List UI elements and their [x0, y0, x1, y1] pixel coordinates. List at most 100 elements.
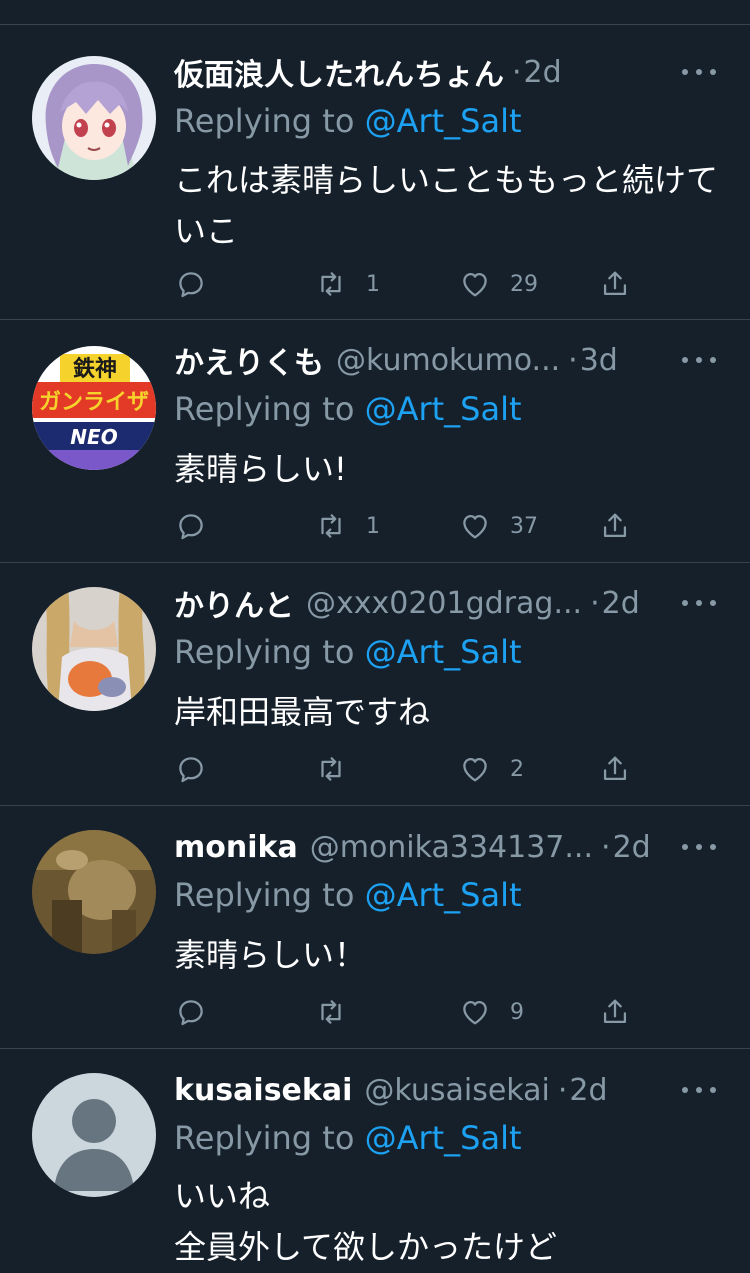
mention-link[interactable]: @Art_Salt — [365, 633, 522, 671]
tweet-header: kusaisekai @kusaisekai · 2d — [174, 1068, 724, 1112]
replying-prefix: Replying to — [174, 633, 365, 671]
like-button[interactable]: 2 — [458, 749, 524, 789]
replying-prefix: Replying to — [174, 102, 365, 140]
tweet-text: 素晴らしい！ — [174, 936, 367, 974]
replying-to: Replying to @Art_Salt — [174, 390, 522, 428]
separator-dot: · — [601, 829, 611, 865]
like-button[interactable]: 29 — [458, 264, 538, 304]
display-name[interactable]: かりんと — [174, 581, 294, 625]
user-handle[interactable]: @xxx0201gdrag... — [306, 586, 582, 621]
share-button[interactable] — [598, 506, 632, 546]
share-button[interactable] — [598, 992, 632, 1032]
svg-text:鉄神: 鉄神 — [73, 356, 117, 382]
retweet-icon — [321, 757, 341, 781]
separator-dot: · — [512, 54, 522, 90]
tweet-reply[interactable]: kusaisekai @kusaisekai · 2d Replying to … — [0, 1049, 750, 1266]
action-bar: 2 — [174, 749, 654, 789]
tweet-reply[interactable]: かりんと @xxx0201gdrag... · 2d Replying to @… — [0, 563, 750, 806]
separator-dot: · — [590, 585, 600, 621]
retweet-button[interactable]: 1 — [314, 264, 380, 304]
more-options-icon[interactable] — [682, 843, 716, 851]
share-icon — [603, 756, 627, 781]
like-count: 29 — [510, 271, 538, 297]
action-bar: 1 37 — [174, 506, 654, 546]
top-divider — [0, 24, 750, 25]
avatar[interactable] — [32, 830, 156, 954]
reply-button[interactable] — [174, 264, 226, 304]
reply-button[interactable] — [174, 992, 226, 1032]
photo-avatar-icon — [32, 587, 156, 711]
replying-to: Replying to @Art_Salt — [174, 1119, 522, 1157]
mention-link[interactable]: @Art_Salt — [365, 876, 522, 914]
retweet-icon — [321, 1000, 341, 1024]
more-options-icon[interactable] — [682, 599, 716, 607]
mention-link[interactable]: @Art_Salt — [365, 1119, 522, 1157]
display-name[interactable]: 仮面浪人したれんちょん — [174, 50, 504, 94]
tweet-header: monika @monika334137... · 2d — [174, 825, 724, 869]
avatar[interactable] — [32, 587, 156, 711]
mention-link[interactable]: @Art_Salt — [365, 390, 522, 428]
game-logo-avatar-icon: 鉄神 ガンライザ NEO — [32, 346, 156, 470]
tweet-header: かりんと @xxx0201gdrag... · 2d — [174, 581, 724, 625]
reply-icon — [179, 514, 203, 540]
retweet-button[interactable] — [314, 992, 366, 1032]
photo-avatar-icon — [32, 830, 156, 954]
replying-prefix: Replying to — [174, 1119, 365, 1157]
retweet-icon — [321, 272, 341, 296]
more-options-icon[interactable] — [682, 68, 716, 76]
mention-link[interactable]: @Art_Salt — [365, 102, 522, 140]
share-button[interactable] — [598, 749, 632, 789]
retweet-icon — [321, 514, 341, 538]
tweet-reply[interactable]: monika @monika334137... · 2d Replying to… — [0, 806, 750, 1049]
timestamp[interactable]: 3d — [580, 343, 618, 378]
tweet-header: 仮面浪人したれんちょん · 2d — [174, 50, 724, 94]
retweet-button[interactable] — [314, 749, 366, 789]
like-button[interactable]: 9 — [458, 992, 524, 1032]
default-avatar-icon — [32, 1073, 156, 1197]
display-name[interactable]: kusaisekai — [174, 1073, 352, 1108]
like-count: 37 — [510, 513, 538, 539]
reply-icon — [179, 272, 203, 298]
display-name[interactable]: monika — [174, 830, 298, 865]
timestamp[interactable]: 2d — [602, 586, 640, 621]
timestamp[interactable]: 2d — [613, 830, 651, 865]
timestamp[interactable]: 2d — [569, 1073, 607, 1108]
display-name[interactable]: かえりくも — [174, 338, 324, 382]
tweet-reply[interactable]: 仮面浪人したれんちょん · 2d Replying to @Art_Salt こ… — [0, 26, 750, 320]
replying-prefix: Replying to — [174, 390, 365, 428]
avatar[interactable] — [32, 1073, 156, 1197]
svg-text:ガンライザ: ガンライザ — [39, 390, 149, 415]
like-button[interactable]: 37 — [458, 506, 538, 546]
svg-text:NEO: NEO — [70, 425, 117, 449]
avatar[interactable] — [32, 56, 156, 180]
timestamp[interactable]: 2d — [524, 55, 562, 90]
separator-dot: · — [568, 342, 578, 378]
share-icon — [603, 513, 627, 538]
more-options-icon[interactable] — [682, 1086, 716, 1094]
tweet-header: かえりくも @kumokumo... · 3d — [174, 338, 724, 382]
heart-icon — [463, 1000, 487, 1025]
replying-prefix: Replying to — [174, 876, 365, 914]
more-options-icon[interactable] — [682, 356, 716, 364]
user-handle[interactable]: @kusaisekai — [364, 1073, 549, 1108]
retweet-count: 1 — [366, 271, 380, 297]
share-button[interactable] — [598, 264, 632, 304]
retweet-button[interactable]: 1 — [314, 506, 380, 546]
tweet-reply[interactable]: 鉄神 ガンライザ NEO かえりくも @kumokumo... · 3d Rep… — [0, 320, 750, 563]
anime-girl-avatar-icon — [32, 56, 156, 180]
heart-icon — [463, 514, 487, 539]
user-handle[interactable]: @monika334137... — [310, 830, 593, 865]
like-count: 9 — [510, 999, 524, 1025]
heart-icon — [463, 757, 487, 782]
like-count: 2 — [510, 756, 524, 782]
action-bar: 9 — [174, 992, 654, 1032]
avatar[interactable]: 鉄神 ガンライザ NEO — [32, 346, 156, 470]
tweet-text: 岸和田最高ですね — [174, 693, 431, 731]
user-handle[interactable]: @kumokumo... — [336, 343, 560, 378]
tweet-text: これは素晴らしいことももっと続けて いこ — [174, 161, 719, 250]
replying-to: Replying to @Art_Salt — [174, 876, 522, 914]
reply-button[interactable] — [174, 506, 226, 546]
reply-icon — [179, 1000, 203, 1026]
reply-button[interactable] — [174, 749, 226, 789]
heart-icon — [463, 272, 487, 297]
